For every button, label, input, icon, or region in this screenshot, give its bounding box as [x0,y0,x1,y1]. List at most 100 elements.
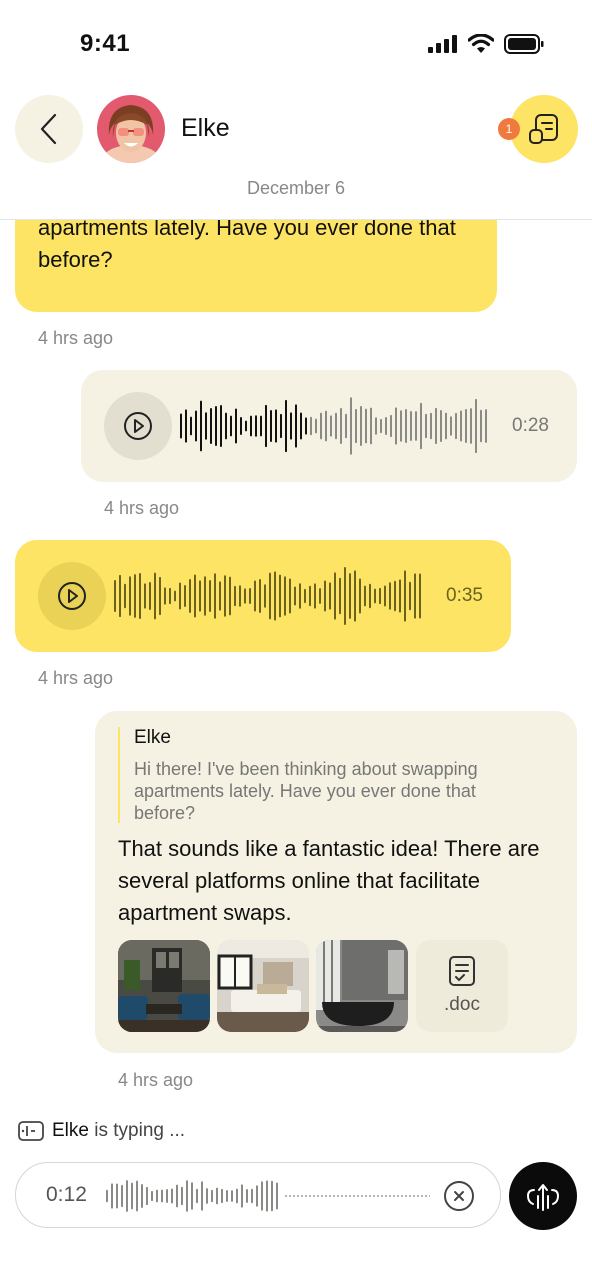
voice-waveform[interactable] [112,566,434,626]
waveform-bar [280,413,282,439]
waveform-bar [210,407,212,445]
attachment-doc-file[interactable]: .doc [416,940,508,1032]
waveform-bar [420,402,422,450]
attachment-bathroom[interactable] [316,940,408,1032]
waveform-bar [470,408,472,444]
back-button[interactable] [15,95,83,163]
waveform-bar [256,1185,258,1207]
waveform-bar [380,418,382,434]
waveform-bar [190,416,192,436]
waveform-bar [235,408,237,444]
waveform-bar [126,1180,128,1212]
waveform-bar [216,1187,218,1205]
waveform-bar [219,581,221,611]
waveform-bar [215,405,217,447]
waveform-bar [245,420,247,432]
waveform-bar [335,412,337,440]
waveform-bar [294,586,296,606]
waveform-bar [214,573,216,619]
contact-name[interactable]: Elke [181,114,230,143]
close-icon [454,1191,464,1201]
waveform-bar [179,582,181,610]
document-icon [529,114,558,144]
waveform-bar [284,576,286,616]
waveform-bar [249,588,251,604]
waveform-bar [300,412,302,440]
waveform-bar [324,580,326,612]
waveform-bar [161,1189,163,1203]
waveform-bar [129,576,131,616]
waveform-bar [465,409,467,443]
waveform-bar [136,1180,138,1212]
play-button[interactable] [104,392,172,460]
waveform-bar [250,415,252,437]
waveform-bar [186,1180,188,1212]
waveform-bar [410,410,412,442]
waveform-bar [360,405,362,447]
play-button[interactable] [38,562,106,630]
waveform-bar [184,585,186,607]
waveform-bar [365,408,367,444]
waveform-bar [195,410,197,442]
shared-files-button[interactable] [510,95,578,163]
waveform-bar [164,587,166,605]
waveform-bar [234,585,236,607]
waveform-bar [174,590,176,602]
voice-waveform[interactable] [178,396,498,456]
waveform-bar [146,1186,148,1206]
waveform-bar [274,571,276,621]
waveform-bar [204,576,206,616]
waveform-bar [106,1189,108,1203]
waveform-bar [279,574,281,618]
outgoing-voice-bubble[interactable]: 0:28 [81,370,577,482]
waveform-bar [224,575,226,617]
incoming-voice-bubble[interactable]: 0:35 [15,540,511,652]
voice-recorder-bar[interactable]: 0:12 [15,1162,501,1228]
waveform-bar [369,583,371,609]
waveform-bar [226,1190,228,1202]
file-doc-icon [449,956,475,986]
waveform-bar [419,573,421,619]
waveform-bar [144,583,146,609]
recording-elapsed: 0:12 [46,1183,87,1206]
attachment-living-room[interactable] [118,940,210,1032]
waveform-bar [114,579,116,613]
waveform-bar [131,1182,133,1210]
waveform-bar [320,412,322,440]
file-extension-label: .doc [444,994,480,1015]
waveform-bar [359,578,361,614]
waveform-bar [304,588,306,604]
waveform-bar [121,1184,123,1208]
waveform-bar [334,572,336,620]
attachment-bedroom[interactable] [217,940,309,1032]
message-timestamp: 4 hrs ago [38,328,114,348]
waveform-bar [169,587,171,605]
waveform-bar [319,588,321,604]
waveform-bar [139,572,141,620]
waveform-bar [480,409,482,443]
upload-waveform-icon [526,1184,560,1211]
waveform-bar [349,573,351,619]
waveform-bar [350,397,352,455]
send-voice-button[interactable] [509,1162,577,1230]
waveform-bar [455,412,457,440]
waveform-bar [264,584,266,608]
waveform-bar [236,1188,238,1204]
waveform-bar [325,410,327,442]
waveform-bar [189,579,191,613]
bathroom-photo [316,940,408,1032]
waveform-bar [265,404,267,448]
message-list[interactable]: Hi there! I've been thinking about swapp… [0,220,592,1110]
waveform-bar [355,408,357,444]
cancel-recording-button[interactable] [444,1181,474,1211]
avatar[interactable] [97,95,165,163]
waveform-bar [290,412,292,440]
chevron-left-icon [40,113,57,145]
waveform-bar [200,400,202,452]
waveform-bar [310,416,312,436]
waveform-bar [119,574,121,618]
waveform-bar [395,407,397,445]
waveform-bar [364,585,366,607]
waveform-bar [149,582,151,610]
incoming-text-bubble[interactable]: Hi there! I've been thinking about swapp… [15,220,497,312]
